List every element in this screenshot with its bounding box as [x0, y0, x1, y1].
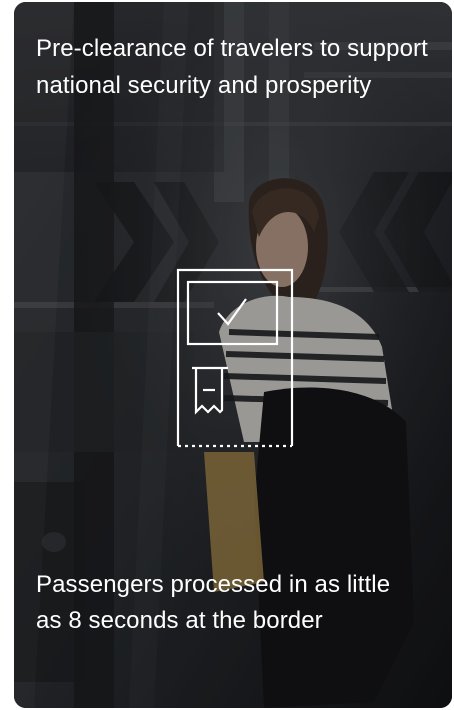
card-headline: Pre-clearance of travelers to support na… — [36, 35, 428, 99]
info-card: Pre-clearance of travelers to support na… — [14, 2, 452, 708]
checkmark-icon — [186, 280, 279, 346]
card-stat: Passengers processed in as little as 8 s… — [36, 571, 391, 634]
document-check-icon — [172, 266, 297, 456]
receipt-icon — [192, 366, 228, 415]
